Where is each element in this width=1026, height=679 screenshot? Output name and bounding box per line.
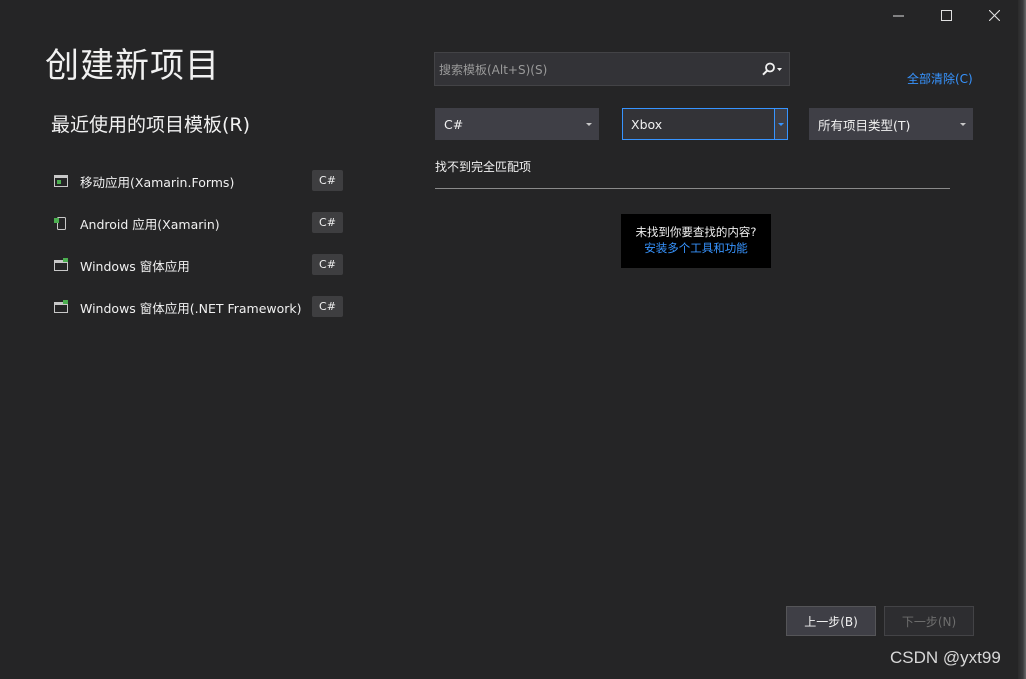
maximize-button[interactable] [922, 0, 970, 30]
search-box [434, 52, 790, 87]
language-badge: C# [312, 212, 343, 233]
window-controls [874, 0, 1018, 30]
project-type-dropdown-value: 所有项目类型(T) [818, 117, 911, 133]
language-badge: C# [312, 296, 343, 317]
recent-template-item[interactable]: Windows 窗体应用 C# [51, 244, 346, 286]
recent-templates-list: 移动应用(Xamarin.Forms) C# Android 应用(Xamari… [51, 160, 346, 328]
recent-templates-heading: 最近使用的项目模板(R) [51, 114, 251, 136]
no-match-text: 找不到完全匹配项 [435, 160, 532, 174]
windows-form-icon [53, 299, 69, 315]
language-badge: C# [312, 170, 343, 191]
page-title: 创建新项目 [45, 46, 220, 86]
windows-form-icon [53, 257, 69, 273]
language-dropdown[interactable]: C# [435, 108, 599, 140]
close-icon [988, 9, 1000, 21]
recent-template-item[interactable]: Windows 窗体应用(.NET Framework) C# [51, 286, 346, 328]
platform-dropdown[interactable]: Xbox [622, 108, 788, 140]
language-badge: C# [312, 254, 343, 275]
minimize-button[interactable] [874, 0, 922, 30]
search-icon [762, 62, 782, 76]
chevron-down-icon [956, 109, 970, 139]
not-found-prompt: 未找到你要查找的内容? [635, 225, 757, 239]
next-button[interactable]: 下一步(N) [884, 606, 974, 636]
language-dropdown-value: C# [444, 116, 464, 132]
window-edge [1018, 0, 1026, 679]
project-type-dropdown[interactable]: 所有项目类型(T) [809, 108, 973, 140]
minimize-icon [892, 15, 904, 16]
watermark: CSDN @yxt99 [890, 648, 1001, 667]
mobile-app-icon [53, 173, 69, 189]
android-app-icon [53, 215, 69, 231]
results-divider [435, 188, 950, 189]
recent-template-label: Android 应用(Xamarin) [80, 216, 220, 232]
maximize-icon [940, 9, 952, 21]
install-tools-link[interactable]: 安装多个工具和功能 [621, 240, 771, 256]
recent-template-label: Windows 窗体应用(.NET Framework) [80, 300, 302, 316]
clear-all-link[interactable]: 全部清除(C) [907, 70, 973, 87]
recent-template-label: 移动应用(Xamarin.Forms) [80, 174, 235, 190]
recent-template-item[interactable]: Android 应用(Xamarin) C# [51, 202, 346, 244]
create-project-window: 创建新项目 最近使用的项目模板(R) 移动应用(Xamarin.Forms) C… [0, 0, 1026, 679]
chevron-down-icon [582, 109, 596, 139]
search-button[interactable] [755, 53, 789, 85]
recent-template-label: Windows 窗体应用 [80, 258, 190, 274]
chevron-down-icon [774, 109, 787, 139]
back-button[interactable]: 上一步(B) [786, 606, 876, 636]
search-input[interactable] [435, 53, 761, 87]
platform-dropdown-value: Xbox [631, 116, 663, 132]
not-found-panel: 未找到你要查找的内容? 安装多个工具和功能 [621, 214, 771, 268]
recent-template-item[interactable]: 移动应用(Xamarin.Forms) C# [51, 160, 346, 202]
close-button[interactable] [970, 0, 1018, 30]
